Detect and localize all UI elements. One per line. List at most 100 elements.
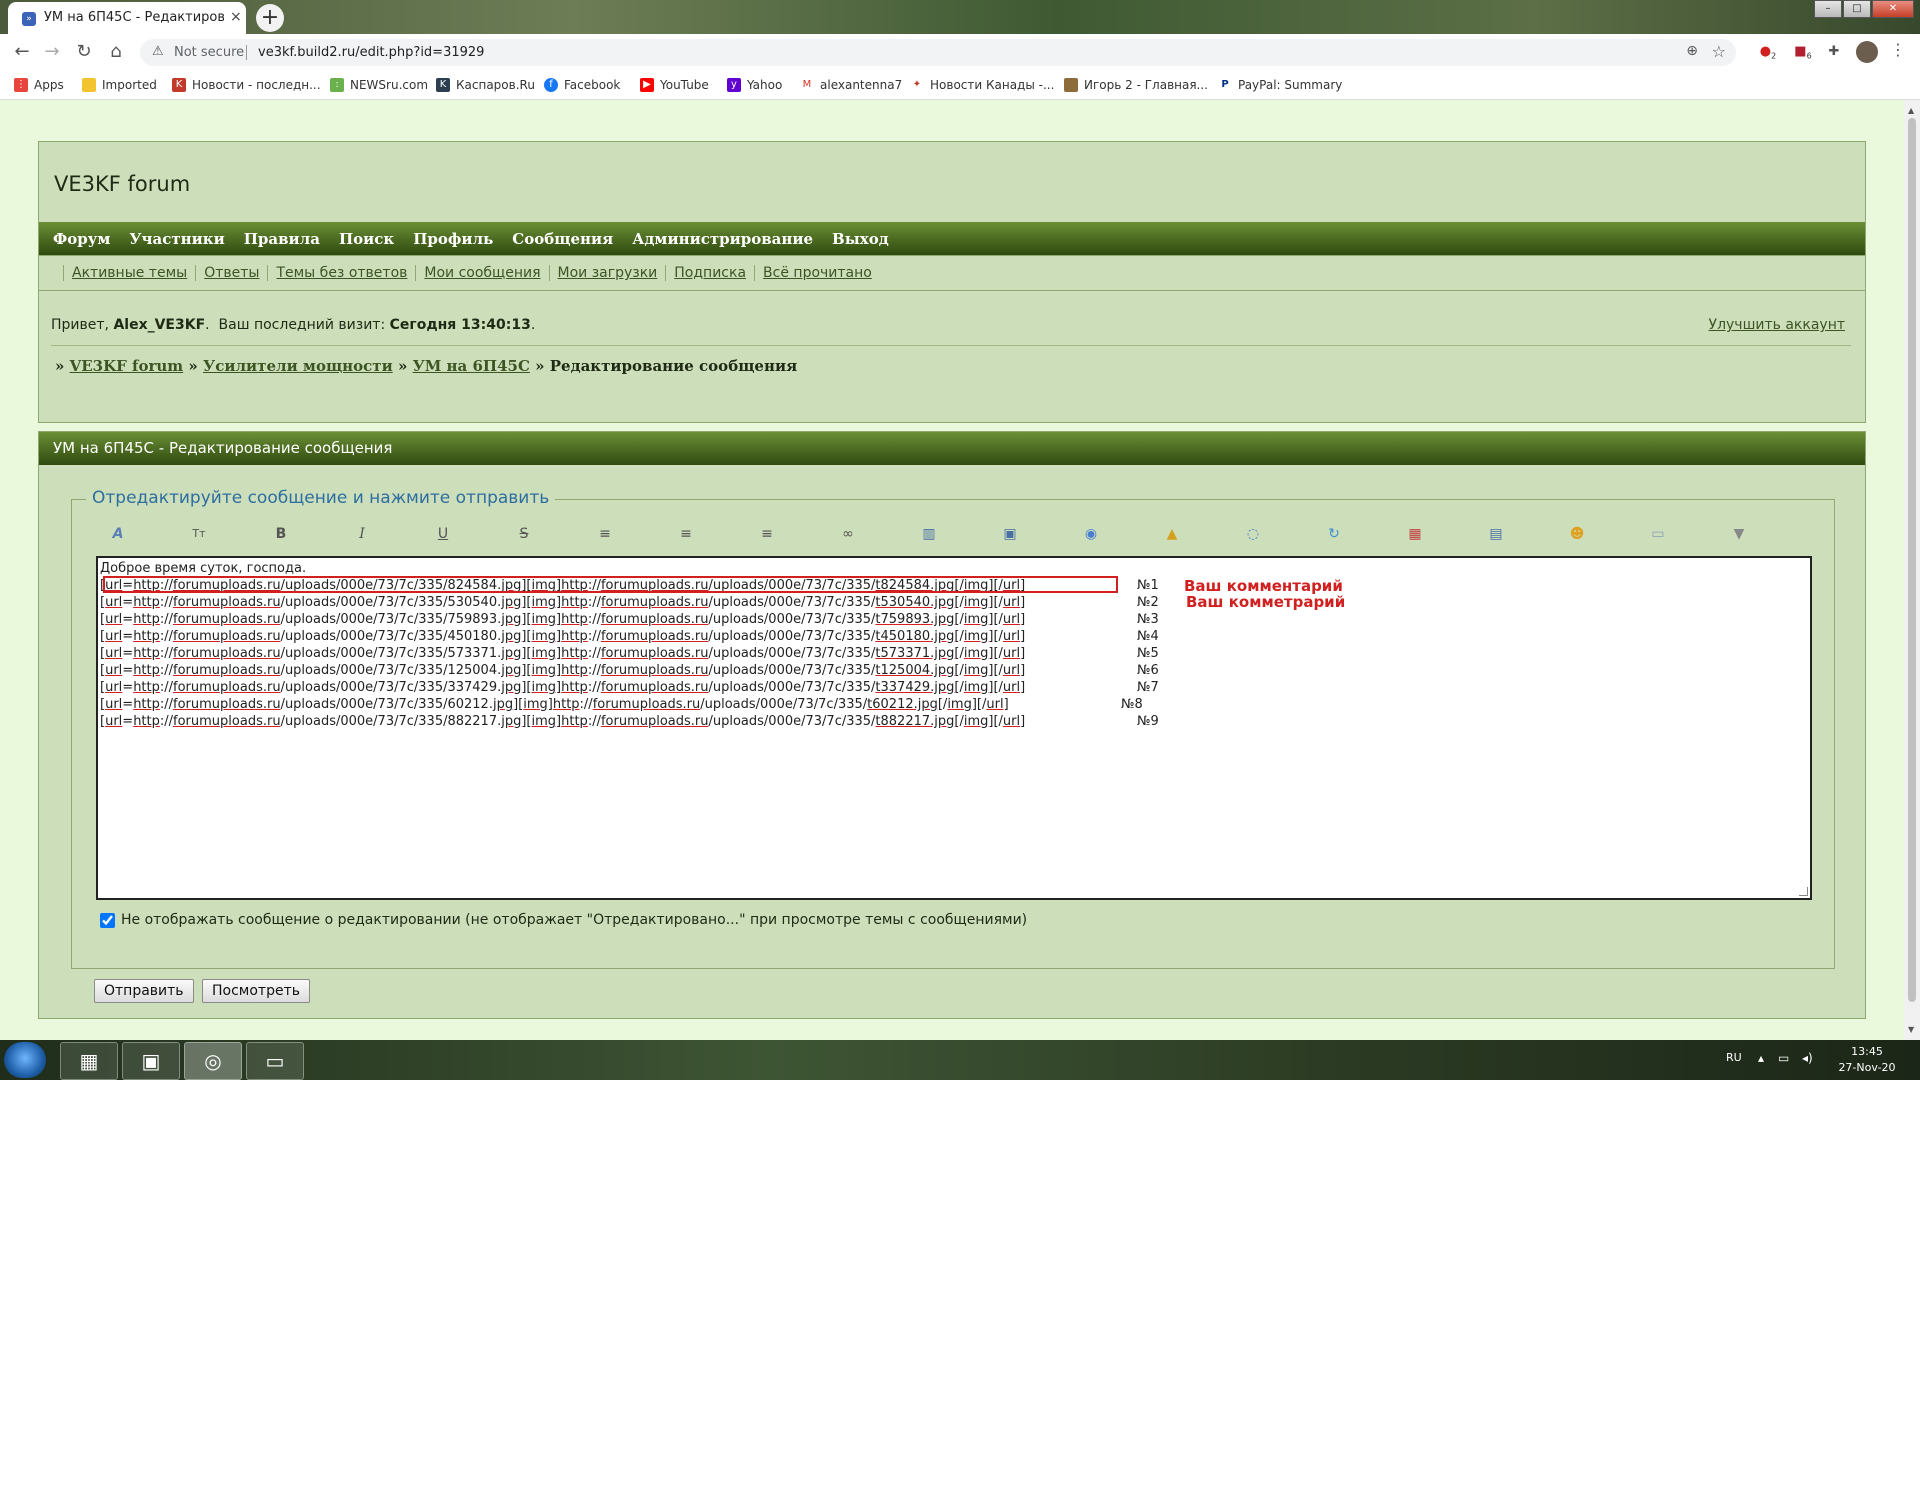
forward-icon[interactable]: → <box>40 40 64 64</box>
bookmark-canada-news[interactable]: ✦ Новости Канады -... <box>910 76 1054 94</box>
volume-icon[interactable]: ◂) <box>1802 1051 1813 1065</box>
smiley-icon[interactable]: ☻ <box>1565 523 1589 545</box>
edit-section-header: УМ на 6П45С - Редактирование сообщения <box>39 432 1865 465</box>
profile-avatar[interactable] <box>1856 41 1878 63</box>
close-tab-icon[interactable]: × <box>230 9 242 25</box>
nav-messages[interactable]: Сообщения <box>512 230 613 248</box>
subnav-mark-all-read[interactable]: Всё прочитано <box>754 265 880 281</box>
browser-tab[interactable]: » УМ на 6П45С - Редактирование × <box>8 2 246 34</box>
nav-admin[interactable]: Администрирование <box>632 230 813 248</box>
nav-forum[interactable]: Форум <box>53 230 110 248</box>
line-number-label: №3 <box>1137 612 1159 627</box>
bookmark-apps[interactable]: ⋮ Apps <box>14 76 64 94</box>
upgrade-account-link[interactable]: Улучшить аккаунт <box>1709 317 1845 333</box>
refresh-icon[interactable]: ↻ <box>1322 523 1346 545</box>
back-icon[interactable]: ← <box>10 40 34 64</box>
nav-logout[interactable]: Выход <box>832 230 889 248</box>
tray-arrow-icon[interactable]: ▴ <box>1758 1051 1764 1065</box>
subnav-my-uploads[interactable]: Мои загрузки <box>548 265 666 281</box>
bookmark-yahoo[interactable]: y Yahoo <box>727 76 782 94</box>
close-window-button[interactable]: ✕ <box>1872 0 1914 18</box>
font-size-icon[interactable]: Tт <box>187 523 211 545</box>
reload-icon[interactable]: ↻ <box>72 40 96 64</box>
warning-icon: ⚠ <box>152 44 164 59</box>
bookmark-facebook[interactable]: f Facebook <box>544 76 620 94</box>
video-icon[interactable]: ◉ <box>1079 523 1103 545</box>
align-center-icon[interactable]: ≡ <box>674 523 698 545</box>
bookmark-imported[interactable]: Imported <box>82 76 157 94</box>
breadcrumb-topic[interactable]: УМ на 6П45С <box>413 357 530 375</box>
page-scrollbar[interactable]: ▲ ▼ <box>1904 100 1920 1040</box>
breadcrumb-forum[interactable]: VE3KF forum <box>70 357 184 375</box>
message-textarea[interactable]: Доброе время суток, господа. [url=http:/… <box>96 556 1812 900</box>
bold-icon[interactable]: B <box>269 523 293 545</box>
url-text[interactable]: ve3kf.build2.ru/edit.php?id=31929 <box>258 45 484 60</box>
subnav-unanswered[interactable]: Темы без ответов <box>267 265 415 281</box>
explorer-icon[interactable]: ▦ <box>60 1042 118 1080</box>
quote-bubble-icon[interactable]: ◌ <box>1241 523 1265 545</box>
bookmark-igor[interactable]: Игорь 2 - Главная... <box>1064 76 1208 94</box>
extensions-puzzle-icon[interactable]: ✚ <box>1824 42 1844 62</box>
new-tab-button[interactable]: + <box>256 4 284 32</box>
subnav-replies[interactable]: Ответы <box>195 265 267 281</box>
bookmark-paypal[interactable]: P PayPal: Summary <box>1218 76 1342 94</box>
bookmark-newsru[interactable]: : NEWSru.com <box>330 76 428 94</box>
extension-red-icon-2[interactable]: ■6 <box>1793 42 1813 62</box>
remote-desktop-icon[interactable]: ▭ <box>246 1042 304 1080</box>
more-dropdown-icon[interactable]: ▼ <box>1727 523 1751 545</box>
hide-edit-notice-label: Не отображать сообщение о редактировании… <box>121 912 1028 928</box>
table-icon[interactable]: ▤ <box>1484 523 1508 545</box>
nav-members[interactable]: Участники <box>129 230 224 248</box>
network-icon[interactable]: ▭ <box>1778 1051 1789 1065</box>
sub-nav: Активные темы Ответы Темы без ответов Мо… <box>39 255 1865 291</box>
bookmark-news[interactable]: K Новости - последн... <box>172 76 321 94</box>
strikethrough-icon[interactable]: S <box>512 523 536 545</box>
subnav-active-topics[interactable]: Активные темы <box>63 265 195 281</box>
lock-icon[interactable]: ▲ <box>1160 523 1184 545</box>
clock[interactable]: 13:45 27-Nov-20 <box>1832 1044 1902 1076</box>
scroll-down-icon[interactable]: ▼ <box>1908 1025 1914 1034</box>
font-icon[interactable]: A <box>106 523 130 545</box>
preview-button[interactable]: Посмотреть <box>202 979 310 1003</box>
chrome-menu-icon[interactable]: ⋮ <box>1890 40 1906 59</box>
scroll-thumb[interactable] <box>1908 118 1916 1002</box>
hide-edit-notice-checkbox[interactable] <box>100 912 115 928</box>
bookmark-kasparov[interactable]: K Каспаров.Ru <box>436 76 535 94</box>
align-left-icon[interactable]: ≡ <box>593 523 617 545</box>
breadcrumb-amplifiers[interactable]: Усилители мощности <box>203 357 393 375</box>
start-button[interactable] <box>4 1042 46 1078</box>
nav-search[interactable]: Поиск <box>339 230 394 248</box>
bookmark-star-icon[interactable]: ☆ <box>1712 42 1726 61</box>
extension-red-icon[interactable]: ●2 <box>1758 42 1778 62</box>
minimize-button[interactable]: – <box>1814 0 1842 18</box>
maximize-button[interactable]: □ <box>1843 0 1871 18</box>
main-nav: Форум Участники Правила Поиск Профиль Со… <box>39 222 1865 255</box>
breadcrumb-current: Редактирование сообщения <box>549 357 798 375</box>
bookmark-gmail[interactable]: Malexantenna7 <box>800 76 902 94</box>
subnav-subscription[interactable]: Подписка <box>665 265 754 281</box>
hide-edit-notice-row: Не отображать сообщение о редактировании… <box>100 912 1027 928</box>
app-icon[interactable]: ▣ <box>122 1042 180 1080</box>
align-right-icon[interactable]: ≡ <box>755 523 779 545</box>
scroll-up-icon[interactable]: ▲ <box>1908 106 1914 115</box>
image-icon[interactable]: ▣ <box>998 523 1022 545</box>
submit-button[interactable]: Отправить <box>94 979 194 1003</box>
color-palette-icon[interactable]: ▦ <box>1403 523 1427 545</box>
link-icon[interactable]: ∞ <box>836 523 860 545</box>
subnav-my-posts[interactable]: Мои сообщения <box>415 265 548 281</box>
underline-icon[interactable]: U <box>431 523 455 545</box>
italic-icon[interactable]: I <box>350 523 374 545</box>
forum-header: VE3KF forum Форум Участники Правила Поис… <box>38 141 1866 423</box>
book-icon[interactable]: ▥ <box>917 523 941 545</box>
bookmark-label: YouTube <box>660 78 709 92</box>
home-icon[interactable]: ⌂ <box>104 40 128 64</box>
nav-rules[interactable]: Правила <box>244 230 320 248</box>
upload-icon[interactable]: ▭ <box>1646 523 1670 545</box>
resize-grip[interactable] <box>1799 887 1808 896</box>
nav-profile[interactable]: Профиль <box>413 230 493 248</box>
bookmark-youtube[interactable]: ▶ YouTube <box>640 76 709 94</box>
chrome-icon[interactable]: ◎ <box>184 1042 242 1080</box>
address-bar[interactable]: ⚠ Not secure ve3kf.build2.ru/edit.php?id… <box>140 39 1736 66</box>
zoom-icon[interactable]: ⊕ <box>1686 43 1698 59</box>
language-indicator[interactable]: RU <box>1726 1051 1742 1064</box>
